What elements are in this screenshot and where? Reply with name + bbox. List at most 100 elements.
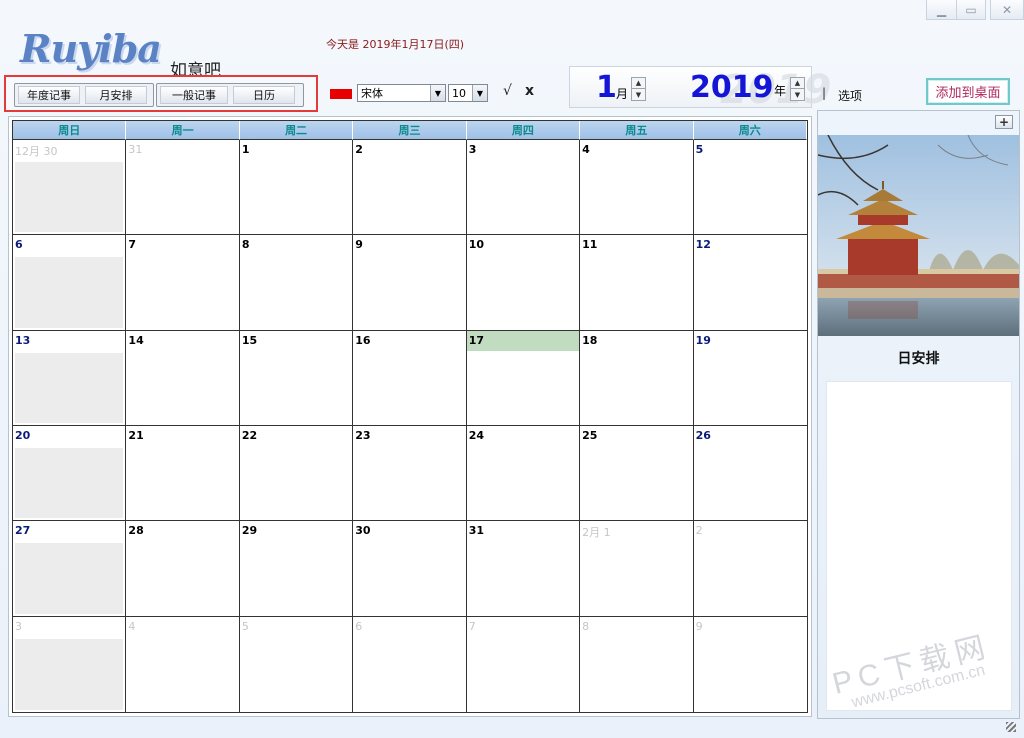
calendar-day-today[interactable]: 17 — [466, 330, 581, 426]
calendar-day[interactable]: 7 — [126, 235, 240, 331]
calendar-day[interactable]: 6 — [353, 616, 467, 712]
chevron-down-icon[interactable]: ▼ — [430, 85, 445, 101]
calendar-day[interactable]: 26 — [693, 426, 807, 522]
day-number: 3 — [15, 619, 22, 633]
sunday-note-area[interactable] — [15, 543, 124, 614]
add-to-desktop-button[interactable]: 添加到桌面 — [926, 78, 1010, 105]
calendar-day[interactable]: 4 — [580, 140, 694, 236]
maximize-icon: ▭ — [965, 2, 977, 17]
calendar-day[interactable]: 31 — [126, 140, 240, 236]
month-unit: 月 — [616, 87, 629, 101]
calendar-day[interactable]: 28 — [126, 521, 240, 617]
day-number: 24 — [468, 429, 485, 442]
calendar-day[interactable]: 5 — [240, 616, 354, 712]
annual-notes-button[interactable]: 年度记事 — [18, 86, 80, 104]
day-number: 9 — [695, 619, 703, 633]
day-number: 7 — [128, 238, 137, 252]
calendar-day[interactable]: 24 — [466, 426, 581, 522]
calendar-day[interactable]: 23 — [353, 426, 467, 522]
sunday-note-area[interactable] — [15, 448, 124, 519]
calendar-day[interactable]: 3 — [13, 616, 127, 712]
calendar-day[interactable]: 13 — [13, 330, 127, 426]
calendar-day[interactable]: 1 — [239, 140, 354, 236]
calendar-day[interactable]: 21 — [126, 426, 240, 522]
calendar-day[interactable]: 9 — [353, 235, 467, 331]
close-button[interactable]: ✕ — [990, 0, 1024, 20]
calendar-day[interactable]: 9 — [694, 617, 807, 712]
options-link[interactable]: 选项 — [838, 87, 862, 104]
calendar-day[interactable]: 22 — [239, 426, 354, 522]
day-number: 27 — [15, 524, 31, 538]
day-number: 9 — [355, 238, 363, 252]
calendar-day[interactable]: 7 — [467, 616, 581, 712]
calendar-day[interactable]: 16 — [353, 330, 467, 426]
month-spinner[interactable]: ▲ ▼ — [631, 77, 646, 101]
calendar-day[interactable]: 15 — [239, 330, 354, 426]
month-display: 1 — [596, 70, 617, 105]
year-display: 2019 — [690, 70, 774, 105]
sunday-note-area[interactable] — [15, 162, 124, 233]
calendar-day[interactable]: 20 — [13, 426, 127, 522]
day-number: 23 — [355, 429, 371, 442]
font-select[interactable]: 宋体 ▼ — [357, 84, 446, 102]
calendar-day[interactable]: 12 — [693, 235, 807, 331]
font-size-value: 10 — [452, 86, 466, 100]
weekday-header: 周二 — [239, 121, 354, 140]
confirm-check-button[interactable]: √ — [503, 83, 512, 99]
calendar-day[interactable]: 2 — [353, 140, 467, 236]
calendar-day[interactable]: 29 — [239, 521, 354, 617]
calendar-day[interactable]: 6 — [13, 235, 127, 331]
calendar-day[interactable]: 18 — [580, 330, 694, 426]
maximize-button[interactable]: ▭ — [956, 0, 986, 20]
day-number: 2 — [695, 524, 703, 538]
separator: | — [822, 86, 827, 100]
sunday-note-area[interactable] — [15, 638, 124, 710]
day-number: 6 — [355, 619, 363, 633]
font-size-select[interactable]: 10 ▼ — [448, 84, 488, 102]
day-number: 20 — [15, 429, 31, 442]
calendar-day[interactable]: 25 — [580, 426, 694, 522]
spin-down-icon[interactable]: ▼ — [632, 89, 645, 100]
landscape-image — [818, 135, 1019, 336]
calendar-view-button[interactable]: 日历 — [233, 86, 295, 104]
day-number: 2 — [355, 143, 363, 156]
calendar-day[interactable]: 4 — [126, 616, 240, 712]
day-number: 29 — [241, 524, 258, 538]
day-number: 25 — [582, 429, 598, 442]
calendar-day[interactable]: 8 — [239, 235, 354, 331]
general-notes-button[interactable]: 一般记事 — [160, 86, 228, 104]
text-color-swatch[interactable] — [330, 89, 352, 99]
cancel-x-button[interactable]: x — [525, 83, 534, 99]
calendar-day[interactable]: 12月 30 — [13, 140, 127, 236]
month-schedule-button[interactable]: 月安排 — [85, 86, 147, 104]
sunday-note-area[interactable] — [15, 352, 124, 423]
spin-up-icon[interactable]: ▲ — [632, 78, 645, 89]
calendar-day[interactable]: 31 — [466, 521, 581, 617]
calendar-day[interactable]: 11 — [580, 235, 694, 331]
spin-down-icon[interactable]: ▼ — [791, 89, 804, 100]
today-label: 今天是 2019年1月17日(四) — [326, 38, 465, 51]
day-number: 10 — [468, 238, 485, 252]
sunday-note-area[interactable] — [15, 257, 124, 328]
calendar-day[interactable]: 3 — [466, 140, 581, 236]
day-number: 8 — [582, 619, 590, 633]
calendar-day[interactable]: 8 — [580, 616, 694, 712]
calendar-day[interactable]: 30 — [353, 521, 467, 617]
day-number: 22 — [241, 429, 258, 442]
calendar-day[interactable]: 2 — [693, 521, 807, 617]
calendar-day[interactable]: 27 — [13, 521, 127, 617]
calendar-day[interactable]: 2月 1 — [580, 521, 694, 617]
calendar-day[interactable]: 19 — [693, 331, 807, 426]
chevron-down-icon[interactable]: ▼ — [472, 85, 487, 101]
calendar-day[interactable]: 10 — [466, 235, 581, 331]
year-unit: 年 — [774, 84, 787, 98]
add-icon[interactable]: + — [995, 115, 1013, 129]
minimize-button[interactable]: ▁ — [926, 0, 956, 20]
calendar-day[interactable]: 14 — [126, 330, 240, 426]
calendar-day[interactable]: 5 — [693, 140, 807, 236]
year-spinner[interactable]: ▲ ▼ — [790, 77, 805, 101]
spin-up-icon[interactable]: ▲ — [791, 78, 804, 89]
day-number: 12月 30 — [15, 145, 58, 158]
day-number: 28 — [128, 524, 144, 538]
resize-grip-icon[interactable] — [1006, 722, 1016, 732]
